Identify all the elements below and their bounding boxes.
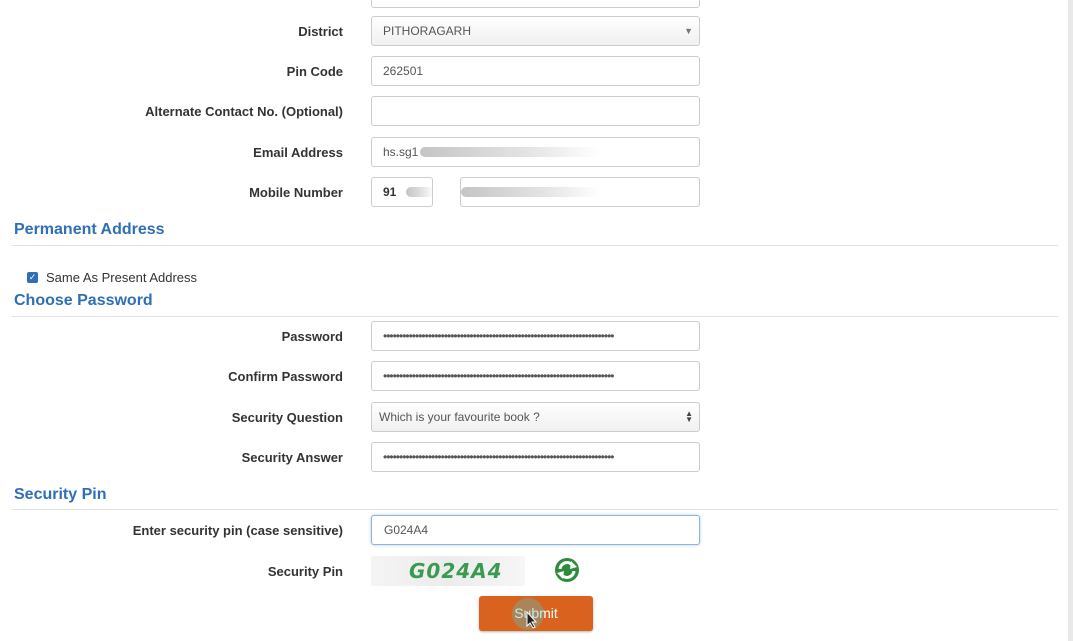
security-answer-label: Security Answer [241, 450, 343, 465]
email-input[interactable]: hs.sg1 [371, 137, 700, 167]
security-pin-heading: Security Pin [14, 486, 107, 503]
redacted-blur [420, 147, 600, 157]
same-as-present-label[interactable]: Same As Present Address [46, 270, 197, 285]
mobile-number-input[interactable] [460, 177, 700, 207]
same-as-present-checkbox[interactable]: ✓ [27, 272, 38, 283]
choose-password-heading: Choose Password [14, 292, 153, 309]
mobile-country-code-input[interactable]: 91 [371, 177, 433, 207]
district-value: PITHORAGARH [383, 24, 472, 38]
captcha-image: G024A4 [371, 556, 525, 586]
partial-field-top[interactable] [371, 0, 700, 8]
mobile-label: Mobile Number [249, 185, 343, 200]
pin-code-input[interactable]: 262501 [371, 56, 700, 86]
pin-code-label: Pin Code [286, 64, 343, 79]
alt-contact-input[interactable] [371, 96, 700, 126]
mouse-pointer-icon [526, 610, 538, 634]
security-question-select[interactable]: Which is your favourite book ? ▲ ▼ [371, 402, 700, 432]
email-value: hs.sg1 [383, 145, 419, 159]
divider [12, 509, 1058, 510]
scrollbar-track[interactable] [1068, 0, 1073, 641]
security-question-label: Security Question [231, 410, 343, 425]
divider [12, 316, 1058, 317]
security-question-value: Which is your favourite book ? [379, 410, 540, 424]
chevron-down-icon: ▼ [684, 26, 693, 36]
permanent-address-heading: Permanent Address [14, 221, 165, 238]
alt-contact-label: Alternate Contact No. (Optional) [145, 104, 343, 119]
mobile-country-code: 91 [383, 185, 397, 199]
email-label: Email Address [253, 145, 343, 160]
password-label: Password [281, 329, 343, 344]
enter-pin-label: Enter security pin (case sensitive) [132, 523, 343, 538]
district-select[interactable]: PITHORAGARH ▼ [371, 16, 700, 46]
select-arrows-icon: ▲ ▼ [685, 409, 693, 424]
security-answer-input[interactable]: ••••••••••••••••••••••••••••••••••••••••… [371, 442, 700, 472]
divider [12, 245, 1058, 246]
redacted-blur [461, 187, 601, 197]
security-pin-input[interactable]: G024A4 [371, 515, 700, 545]
check-icon: ✓ [28, 272, 37, 282]
redacted-blur [406, 187, 432, 197]
refresh-icon[interactable] [552, 556, 582, 584]
captcha-label: Security Pin [267, 564, 343, 579]
district-label: District [298, 24, 343, 39]
captcha-text: G024A4 [409, 559, 503, 583]
confirm-password-label: Confirm Password [228, 369, 343, 384]
password-input[interactable]: ••••••••••••••••••••••••••••••••••••••••… [371, 321, 700, 351]
confirm-password-input[interactable]: ••••••••••••••••••••••••••••••••••••••••… [371, 361, 700, 391]
